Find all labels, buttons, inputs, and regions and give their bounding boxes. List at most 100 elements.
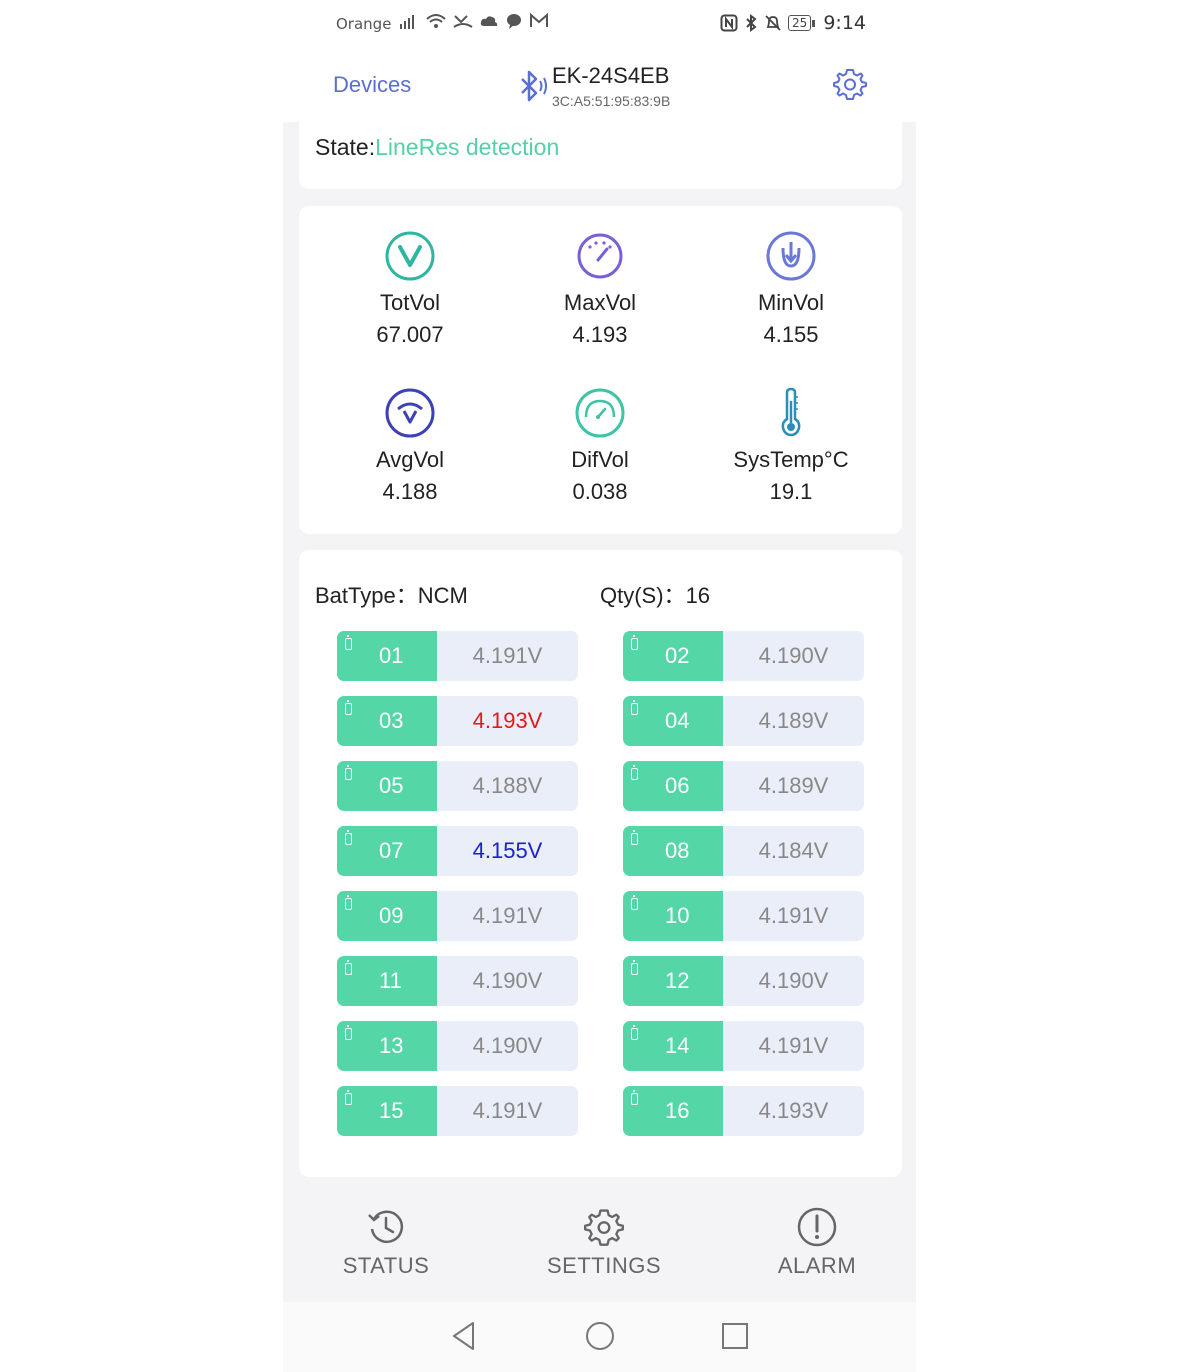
stat-label: DifVol [571,447,629,472]
history-icon [368,1210,404,1243]
clock: 9:14 [823,12,866,34]
stat-label: TotVol [380,290,440,315]
battery-icon [631,960,638,975]
wave-v-icon [385,388,435,438]
cell-number: 14 [665,1033,690,1058]
mute-icon [765,15,781,31]
cell-item: 12 4.190V [623,956,864,1006]
cell-item: 07 4.155V [337,826,578,876]
stat-value: 19.1 [769,479,813,504]
battery-type-value: NCM [417,583,468,608]
cell-number-badge: 04 [623,696,723,746]
battery-icon [345,765,352,780]
cell-voltage: 4.191V [723,1021,864,1071]
device-name: EK-24S4EB [552,63,670,88]
battery-icon [631,700,638,715]
tab-alarm[interactable]: ALARM [737,1207,897,1279]
battery-type: BatType：NCM [315,578,468,610]
cell-number: 15 [379,1098,404,1123]
cell-number-badge: 15 [337,1086,437,1136]
cell-number: 13 [379,1033,404,1058]
cell-number-badge: 16 [623,1086,723,1136]
cell-number: 10 [665,903,690,928]
device-mac-address: 3C:A5:51:95:83:9B [552,93,671,109]
mail-icon [530,12,548,27]
tab-settings[interactable]: SETTINGS [524,1207,684,1279]
stats-card: TotVol 67.007 MaxVol 4.193 MinVol 4.155 … [299,206,902,534]
stat-value: 0.038 [572,479,628,504]
nfc-icon [720,14,738,32]
cell-number-badge: 01 [337,631,437,681]
recents-square-icon[interactable] [720,1320,750,1352]
cell-number: 04 [665,708,690,733]
cell-number: 01 [379,643,404,668]
signal-icon [400,15,414,29]
cell-number-badge: 10 [623,891,723,941]
check-circle-icon [385,231,435,281]
battery-icon [631,830,638,845]
cell-voltage: 4.193V [437,696,578,746]
cell-item: 02 4.190V [623,631,864,681]
battery-qty-value: 16 [685,583,711,608]
battery-icon [631,1090,638,1105]
cell-voltage: 4.189V [723,761,864,811]
cell-voltage: 4.190V [437,956,578,1006]
cell-item: 06 4.189V [623,761,864,811]
cell-number-badge: 08 [623,826,723,876]
cell-number-badge: 07 [337,826,437,876]
cell-voltage: 4.191V [437,1086,578,1136]
battery-icon [345,895,352,910]
missed-call-icon [453,15,473,28]
cell-item: 08 4.184V [623,826,864,876]
bottom-tab-bar: STATUS SETTINGS ALARM [283,1195,916,1302]
battery-icon [345,635,352,650]
battery-level-badge: 25 [788,15,816,31]
cell-voltage: 4.184V [723,826,864,876]
cell-number: 12 [665,968,690,993]
cell-item: 03 4.193V [337,696,578,746]
cell-item: 14 4.191V [623,1021,864,1071]
cell-number-badge: 12 [623,956,723,1006]
cell-number: 09 [379,903,404,928]
app-screen: Orange 25 9:14 Devices EK-24S4EB 3C:A5:5… [283,0,916,1372]
back-triangle-icon[interactable] [449,1320,479,1352]
cell-voltage: 4.191V [437,891,578,941]
cell-number: 06 [665,773,690,798]
tab-status[interactable]: STATUS [306,1207,466,1279]
cell-number-badge: 02 [623,631,723,681]
cell-voltage: 4.191V [437,631,578,681]
stat-maxvol: MaxVol 4.193 [505,230,695,348]
cell-number-badge: 03 [337,696,437,746]
cell-number: 03 [379,708,404,733]
state-label: State: [315,134,376,160]
cell-number: 05 [379,773,404,798]
battery-icon [631,1025,638,1040]
cell-number: 02 [665,643,690,668]
cell-item: 01 4.191V [337,631,578,681]
stat-label: SysTemp°C [733,447,849,472]
battery-icon [345,1090,352,1105]
cell-number: 16 [665,1098,690,1123]
battery-qty: Qty(S)：16 [600,578,710,610]
stat-label: MaxVol [563,290,637,315]
devices-back-link[interactable]: Devices [333,72,411,98]
state-card: State:LineRes detection [299,122,902,189]
settings-gear-icon[interactable] [833,67,867,101]
cell-voltage: 4.191V [723,891,864,941]
stat-avgvol: AvgVol 4.188 [315,387,505,505]
stat-totvol: TotVol 67.007 [315,230,505,348]
state-value: LineRes detection [375,134,560,160]
arrow-down-circle-icon [766,231,816,281]
thermometer-icon [781,387,801,437]
battery-icon [631,765,638,780]
home-circle-icon[interactable] [584,1320,616,1352]
battery-icon [631,895,638,910]
stat-minvol: MinVol 4.155 [696,230,886,348]
cell-number: 08 [665,838,690,863]
stat-systemp: SysTemp°C 19.1 [696,387,886,505]
battery-icon [345,700,352,715]
cell-number: 07 [379,838,404,863]
cell-voltage: 4.190V [723,956,864,1006]
cell-number: 11 [379,968,402,993]
wifi-icon [426,14,446,28]
